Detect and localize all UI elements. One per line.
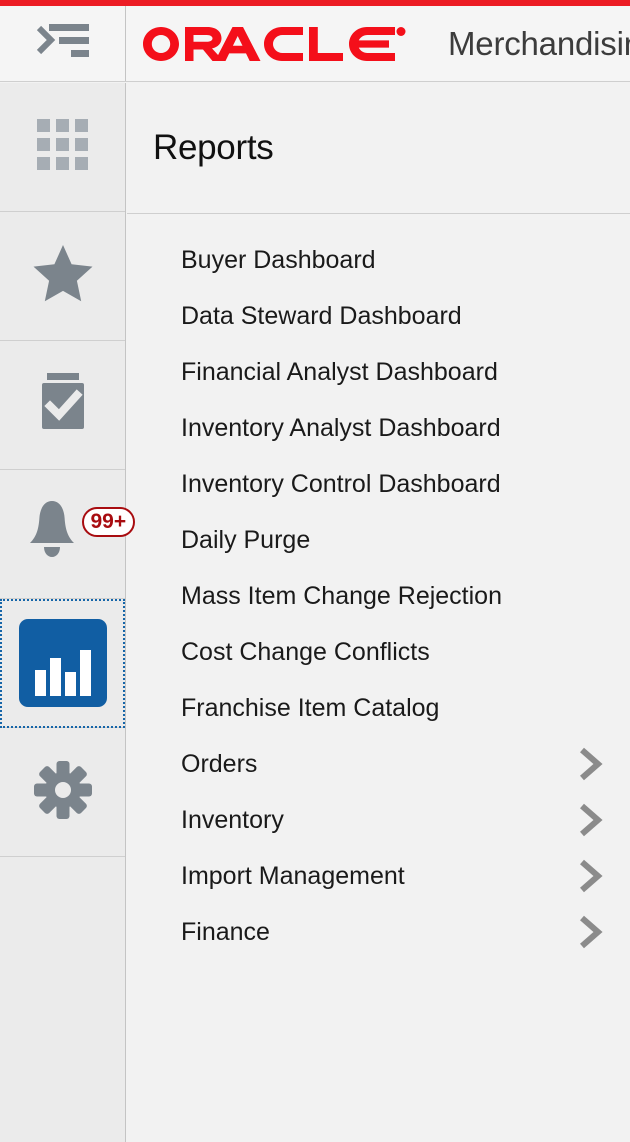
brand-area: Merchandising [126,6,630,81]
menu-item-import-management[interactable]: Import Management [127,848,630,904]
bar-chart-icon [33,648,93,707]
menu-item-buyer-dashboard[interactable]: Buyer Dashboard [127,232,630,288]
menu-item-label: Buyer Dashboard [181,245,376,274]
oracle-logo [143,26,435,61]
chevron-right-icon [576,746,606,782]
menu-item-mass-item-change-rejection[interactable]: Mass Item Change Rejection [127,568,630,624]
star-icon [33,244,93,308]
application-window: Merchandising [0,0,630,1142]
reports-panel: Reports Buyer Dashboard Data Steward Das… [127,83,630,1142]
global-header: Merchandising [0,6,630,82]
rail-item-apps[interactable] [0,83,125,212]
menu-item-inventory-analyst-dashboard[interactable]: Inventory Analyst Dashboard [127,400,630,456]
reports-icon-tile [18,619,107,707]
brand-accent-bar [0,0,630,6]
menu-item-label: Data Steward Dashboard [181,301,462,330]
menu-item-label: Import Management [181,861,405,890]
rail-empty-space [0,857,125,1142]
chevron-right-icon [576,802,606,838]
bell-icon [24,499,80,566]
menu-item-label: Daily Purge [181,525,311,554]
menu-item-daily-purge[interactable]: Daily Purge [127,512,630,568]
menu-item-label: Finance [181,917,270,946]
menu-item-label: Inventory Control Dashboard [181,469,501,498]
menu-item-franchise-item-catalog[interactable]: Franchise Item Catalog [127,680,630,736]
application-name: Merchandising [448,25,630,62]
rail-item-reports[interactable] [0,599,125,728]
rail-item-notifications[interactable]: 99+ [0,470,136,599]
collapse-menu-button[interactable] [0,6,126,81]
grid-apps-icon [36,118,89,176]
clipboard-check-icon [36,369,90,438]
menu-item-label: Financial Analyst Dashboard [181,357,498,386]
notification-count-badge[interactable]: 99+ [81,507,136,538]
menu-item-cost-change-conflicts[interactable]: Cost Change Conflicts [127,624,630,680]
chevron-right-icon [576,914,606,950]
rail-item-tasks[interactable] [0,341,125,470]
menu-item-financial-analyst-dashboard[interactable]: Financial Analyst Dashboard [127,344,630,400]
menu-item-label: Orders [181,749,258,778]
menu-item-data-steward-dashboard[interactable]: Data Steward Dashboard [127,288,630,344]
menu-item-label: Franchise Item Catalog [181,693,440,722]
gear-icon [33,760,92,824]
bell-with-badge: 99+ [20,499,136,569]
reports-menu-list: Buyer Dashboard Data Steward Dashboard F… [127,214,630,960]
menu-item-label: Cost Change Conflicts [181,637,430,666]
rail-item-favorites[interactable] [0,212,125,341]
chevron-right-icon [576,858,606,894]
menu-item-label: Mass Item Change Rejection [181,581,502,610]
menu-item-inventory-control-dashboard[interactable]: Inventory Control Dashboard [127,456,630,512]
menu-item-finance[interactable]: Finance [127,904,630,960]
panel-header: Reports [127,83,630,214]
page-title: Reports [153,128,274,167]
icon-rail: 99+ [0,83,136,1142]
rail-item-settings[interactable] [0,728,125,857]
menu-item-label: Inventory Analyst Dashboard [181,413,501,442]
menu-item-orders[interactable]: Orders [127,736,630,792]
menu-item-inventory[interactable]: Inventory [127,792,630,848]
collapse-menu-icon [36,21,89,66]
menu-item-label: Inventory [181,805,284,834]
